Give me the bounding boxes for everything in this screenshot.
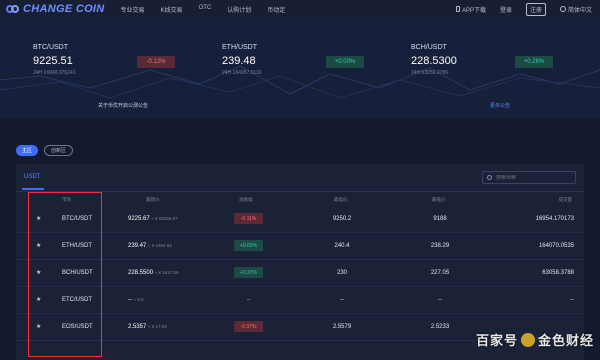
row-high: 2.5579 xyxy=(332,324,352,330)
header-high[interactable]: 最高价 xyxy=(334,197,348,203)
search-box xyxy=(482,171,576,184)
row-price-value: 239.47 xyxy=(128,243,147,249)
brand-name: CHANGE COIN xyxy=(23,3,105,15)
header-low[interactable]: 最低价 xyxy=(432,197,446,203)
nav-item-subscription[interactable]: 认购计划 xyxy=(227,5,251,14)
row-price-value: -- xyxy=(128,297,132,303)
row-price-value: 9225.67 xyxy=(128,216,150,222)
tab-usdt[interactable]: USDT xyxy=(24,174,40,180)
ticker-pair: ETH/USDT xyxy=(222,44,257,51)
top-right-menu: APP下载 登录 注册 简体中文 xyxy=(442,0,592,18)
watermark-logo-icon xyxy=(521,332,536,347)
brand-logo[interactable]: CHANGE COIN xyxy=(6,3,105,15)
row-low: -- xyxy=(438,297,442,303)
search-icon xyxy=(487,175,492,180)
row-price: 2.5357 ≈ ¥ 17.94 xyxy=(128,324,167,330)
language-label: 简体中文 xyxy=(567,7,592,14)
row-price-cny: ≈ ¥ 0 xyxy=(133,297,144,302)
row-change-badge: -0.11% xyxy=(234,213,263,224)
header-latest-price[interactable]: 最新价 xyxy=(146,197,160,203)
row-price: 239.47 ≈ ¥ 1684.84 xyxy=(128,243,172,249)
row-high: 240.4 xyxy=(334,243,350,249)
row-change-badge: -0.37% xyxy=(234,321,263,332)
phone-icon xyxy=(455,6,460,12)
language-selector[interactable]: 简体中文 xyxy=(559,5,592,14)
row-low: 227.05 xyxy=(430,270,450,276)
ticker-volume: 24H 63056.2786 xyxy=(411,70,448,76)
header-change[interactable]: 涨跌幅 xyxy=(239,197,253,203)
login-link[interactable]: 登录 xyxy=(500,5,512,14)
nav-item-kline-trading[interactable]: K线交易 xyxy=(161,5,183,14)
ticker-bch[interactable]: BCH/USDT 228.5300 24H 63056.2786 +0.26% xyxy=(411,44,591,76)
ticker-volume: 24H 164057.5119 xyxy=(222,70,262,76)
zone-tabs: 主区 创新区 xyxy=(16,145,79,156)
announcement-link[interactable]: 关于币优开启公测公告 xyxy=(98,102,148,109)
row-price-value: 228.5500 xyxy=(128,270,154,276)
app-download-link[interactable]: APP下载 xyxy=(455,5,486,14)
row-change-badge: +0.00% xyxy=(234,240,263,251)
watermark-left: 百家号 xyxy=(476,333,519,348)
ticker-btc[interactable]: BTC/USDT 9225.51 24H 16948.076241 -0.12% xyxy=(33,44,213,76)
header-volume[interactable]: 成交量 xyxy=(559,197,573,203)
main-nav: 专业交易 K线交易 OTC 认购计划 币动定 xyxy=(121,5,302,14)
ticker-price: 239.48 xyxy=(222,55,256,67)
row-price: 228.5500 ≈ ¥ 1617.56 xyxy=(128,270,178,276)
row-change-badge: +0.37% xyxy=(234,267,263,278)
ticker-price: 228.5300 xyxy=(411,55,457,67)
row-high: 230 xyxy=(336,270,347,276)
highlight-box xyxy=(28,192,102,357)
nav-item-otc[interactable]: OTC xyxy=(199,5,212,14)
zone-tab-main[interactable]: 主区 xyxy=(16,145,39,156)
row-price-cny: ≈ ¥ 1684.84 xyxy=(148,243,172,248)
ticker-pair: BCH/USDT xyxy=(411,44,447,51)
row-volume: 63058.3788 xyxy=(542,270,574,276)
row-volume: -- xyxy=(570,297,574,303)
ticker-banner: BTC/USDT 9225.51 24H 16948.076241 -0.12%… xyxy=(0,18,600,118)
app-download-label: APP下载 xyxy=(461,7,486,14)
row-price-cny: ≈ ¥ 65294.67 xyxy=(151,216,178,221)
row-price: -- ≈ ¥ 0 xyxy=(128,297,144,303)
market-panel-header: USDT xyxy=(16,164,584,192)
row-volume: 164070.0535 xyxy=(538,243,574,249)
logo-icon xyxy=(6,3,20,15)
top-navbar: CHANGE COIN 专业交易 K线交易 OTC 认购计划 币动定 APP下载… xyxy=(0,0,600,18)
register-button[interactable]: 注册 xyxy=(525,2,546,16)
row-price-cny: ≈ ¥ 17.94 xyxy=(148,324,167,329)
zone-tab-innovation[interactable]: 创新区 xyxy=(44,145,74,156)
watermark: 百家号 金色财经 xyxy=(476,330,594,349)
ticker-pair: BTC/USDT xyxy=(33,44,68,51)
nav-item-staking[interactable]: 币动定 xyxy=(267,5,285,14)
row-price-cny: ≈ ¥ 1617.56 xyxy=(154,270,179,275)
active-tab-indicator xyxy=(22,188,44,190)
row-price: 9225.67 ≈ ¥ 65294.67 xyxy=(128,216,178,222)
search-input[interactable] xyxy=(495,174,575,181)
row-price-value: 2.5357 xyxy=(128,324,147,330)
ticker-change-badge: +0.00% xyxy=(326,56,364,68)
globe-icon xyxy=(559,6,566,12)
row-low: 9188 xyxy=(433,216,447,222)
nav-item-pro-trading[interactable]: 专业交易 xyxy=(121,5,145,14)
ticker-volume: 24H 16948.076241 xyxy=(33,70,76,76)
row-high: 9250.2 xyxy=(332,216,352,222)
ticker-price: 9225.51 xyxy=(33,55,73,67)
row-volume: 16954.170173 xyxy=(535,216,574,222)
more-announcements-link[interactable]: 更多公告 xyxy=(490,102,510,109)
row-low: 2.5233 xyxy=(430,324,450,330)
ticker-change-badge: -0.12% xyxy=(137,56,175,68)
ticker-change-badge: +0.26% xyxy=(515,56,553,68)
watermark-right: 金色财经 xyxy=(538,333,595,348)
row-high: -- xyxy=(340,297,344,303)
row-change-badge: -- xyxy=(246,296,251,303)
ticker-eth[interactable]: ETH/USDT 239.48 24H 164057.5119 +0.00% xyxy=(222,44,402,76)
row-low: 238.29 xyxy=(430,243,450,249)
